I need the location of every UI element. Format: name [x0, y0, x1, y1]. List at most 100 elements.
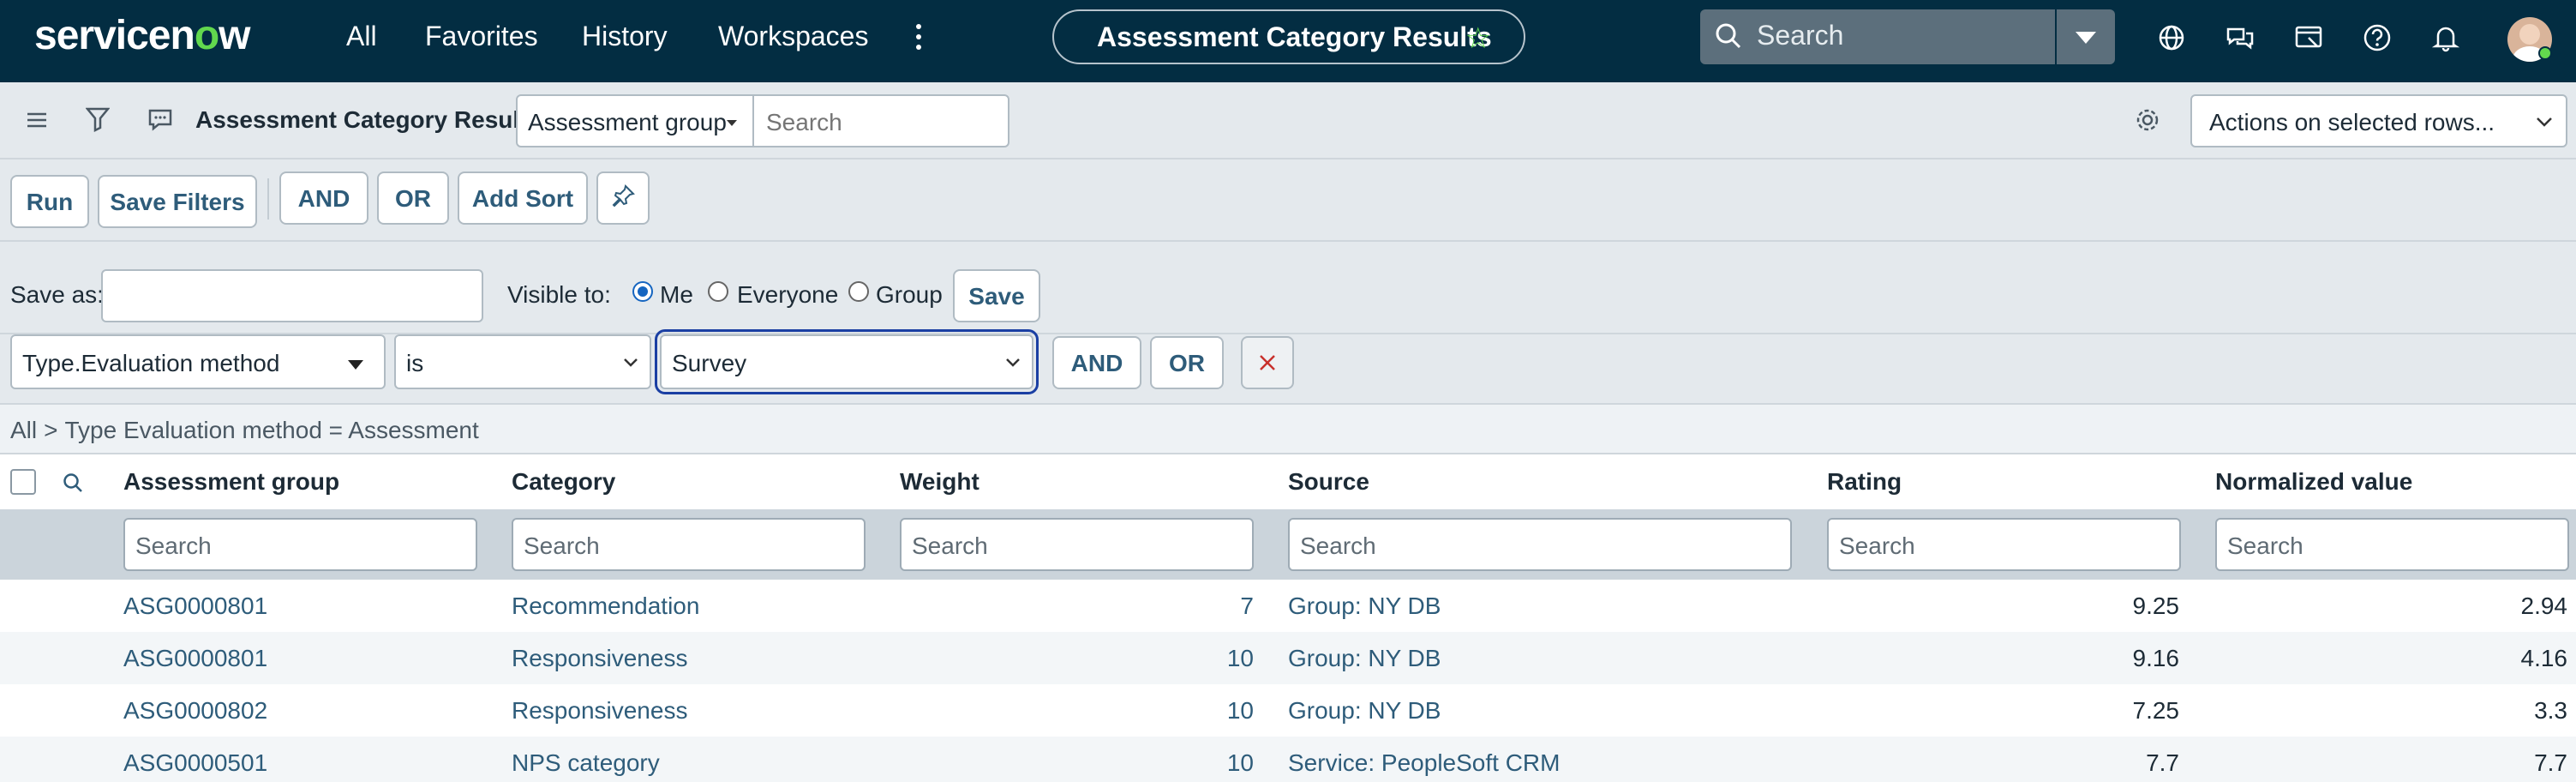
visible-group-label: Group	[876, 281, 943, 308]
save-as-input[interactable]	[101, 269, 483, 322]
category-link[interactable]: NPS category	[512, 749, 660, 777]
vertical-ellipsis-icon[interactable]	[908, 19, 929, 53]
assessment-group-link[interactable]: ASG0000801	[123, 645, 267, 672]
globe-icon[interactable]	[2156, 22, 2187, 53]
chat-icon[interactable]	[2225, 22, 2255, 53]
breadcrumb: All > Type Evaluation method = Assessment	[0, 405, 2576, 454]
assessment-group-search-input[interactable]: Search	[123, 518, 477, 571]
source-link[interactable]: Group: NY DB	[1288, 645, 1441, 672]
filter-condition-row: Type.Evaluation method is Survey AND OR	[0, 329, 2576, 405]
column-header-source[interactable]: Source	[1288, 468, 1369, 496]
caret-down-icon	[727, 120, 737, 126]
nav-all[interactable]: All	[346, 21, 377, 52]
visible-me-radio[interactable]	[632, 281, 653, 302]
column-header-category[interactable]: Category	[512, 468, 615, 496]
table-row: ASG0000801 Recommendation 7 Group: NY DB…	[0, 580, 2576, 632]
search-field-value: Assessment group	[528, 109, 727, 135]
condition-operator-select[interactable]: is	[394, 334, 651, 389]
global-search-placeholder: Search	[1757, 20, 1844, 51]
servicenow-logo[interactable]: servicenow	[34, 12, 250, 59]
weight-cell: 10	[1226, 749, 1254, 776]
source-search-input[interactable]: Search	[1288, 518, 1792, 571]
source-link[interactable]: Group: NY DB	[1288, 593, 1441, 620]
actions-on-selected-rows-select[interactable]: Actions on selected rows...	[2190, 94, 2567, 147]
nav-history[interactable]: History	[582, 21, 668, 52]
caret-down-icon	[348, 360, 363, 370]
select-all-checkbox[interactable]	[10, 469, 36, 495]
chevron-down-icon	[2537, 117, 2552, 127]
category-link[interactable]: Recommendation	[512, 593, 699, 620]
assessment-group-link[interactable]: ASG0000801	[123, 593, 267, 620]
and-button[interactable]: AND	[279, 171, 368, 225]
list-search-input[interactable]: Search	[752, 94, 1009, 147]
normalized-value-cell: 4.16	[2520, 645, 2568, 671]
search-scope-dropdown[interactable]	[2057, 9, 2115, 64]
condition-or-button[interactable]: OR	[1150, 336, 1224, 389]
category-search-input[interactable]: Search	[512, 518, 866, 571]
source-link[interactable]: Group: NY DB	[1288, 697, 1441, 725]
page-title-pill[interactable]: Assessment Category Results ☆	[1052, 9, 1525, 64]
help-icon[interactable]	[2362, 22, 2393, 53]
chevron-down-icon	[1006, 358, 1020, 367]
weight-search-input[interactable]: Search	[900, 518, 1254, 571]
nav-favorites[interactable]: Favorites	[425, 21, 538, 52]
condition-field-select[interactable]: Type.Evaluation method	[10, 334, 386, 389]
connect-icon[interactable]	[2293, 22, 2324, 53]
rating-search-input[interactable]: Search	[1827, 518, 2181, 571]
or-button[interactable]: OR	[377, 171, 449, 225]
normalized-value-search-input[interactable]: Search	[2215, 518, 2569, 571]
normalized-value-cell: 3.3	[2534, 697, 2567, 724]
search-icon[interactable]	[62, 472, 84, 494]
column-header-rating[interactable]: Rating	[1827, 468, 1902, 496]
pin-icon	[612, 184, 635, 208]
column-search-row: Search Search Search Search Search Searc…	[0, 509, 2576, 580]
activity-stream-icon[interactable]	[147, 108, 173, 132]
breadcrumb-separator: >	[44, 417, 58, 443]
visible-everyone-label: Everyone	[737, 281, 839, 308]
category-link[interactable]: Responsiveness	[512, 697, 687, 725]
column-header-weight[interactable]: Weight	[900, 468, 979, 496]
chevron-down-icon	[624, 358, 638, 367]
table-row: ASG0000802 Responsiveness 10 Group: NY D…	[0, 684, 2576, 737]
top-navigation-bar: servicenow All Favorites History Workspa…	[0, 0, 2576, 82]
rating-cell: 7.25	[2132, 697, 2180, 724]
bell-icon[interactable]	[2430, 22, 2461, 53]
table-row: ASG0000801 Responsiveness 10 Group: NY D…	[0, 632, 2576, 684]
condition-and-button[interactable]: AND	[1052, 336, 1141, 389]
breadcrumb-condition[interactable]: Type Evaluation method = Assessment	[64, 417, 478, 443]
save-as-label: Save as:	[10, 281, 104, 308]
pin-button[interactable]	[596, 171, 650, 225]
category-link[interactable]: Responsiveness	[512, 645, 687, 672]
hamburger-menu-icon[interactable]	[26, 111, 48, 129]
save-button[interactable]: Save	[953, 269, 1040, 322]
table-header: Assessment group Category Weight Source …	[0, 454, 2576, 509]
filter-funnel-icon[interactable]	[86, 106, 110, 132]
star-outline-icon[interactable]: ☆	[1465, 21, 1491, 56]
visible-group-radio[interactable]	[848, 281, 869, 302]
condition-operator-value: is	[406, 350, 424, 376]
visible-everyone-radio[interactable]	[708, 281, 728, 302]
assessment-group-link[interactable]: ASG0000802	[123, 697, 267, 725]
nav-workspaces[interactable]: Workspaces	[718, 21, 868, 52]
search-field-select[interactable]: Assessment group	[516, 94, 754, 147]
breadcrumb-root[interactable]: All	[10, 417, 37, 443]
gear-icon[interactable]	[2134, 106, 2161, 134]
assessment-group-link[interactable]: ASG0000501	[123, 749, 267, 777]
rating-cell: 7.7	[2146, 749, 2179, 776]
add-sort-button[interactable]: Add Sort	[458, 171, 588, 225]
source-link[interactable]: Service: PeopleSoft CRM	[1288, 749, 1560, 777]
column-header-assessment-group[interactable]: Assessment group	[123, 468, 339, 496]
global-search-input[interactable]: Search	[1700, 9, 2055, 64]
save-filters-button[interactable]: Save Filters	[98, 175, 257, 228]
column-header-normalized-value[interactable]: Normalized value	[2215, 468, 2412, 496]
weight-cell: 7	[1240, 593, 1254, 619]
run-button[interactable]: Run	[10, 175, 89, 228]
table-row: ASG0000501 NPS category 10 Service: Peop…	[0, 737, 2576, 782]
list-title: Assessment Category Results	[195, 106, 542, 133]
save-filter-row: Save as: Visible to: Me Everyone Group S…	[0, 242, 2576, 334]
page-title: Assessment Category Results	[1097, 21, 1492, 52]
condition-value-select[interactable]: Survey	[655, 329, 1039, 394]
visible-to-label: Visible to:	[507, 281, 611, 308]
toolbar-divider	[267, 178, 269, 220]
remove-condition-button[interactable]	[1241, 336, 1294, 389]
